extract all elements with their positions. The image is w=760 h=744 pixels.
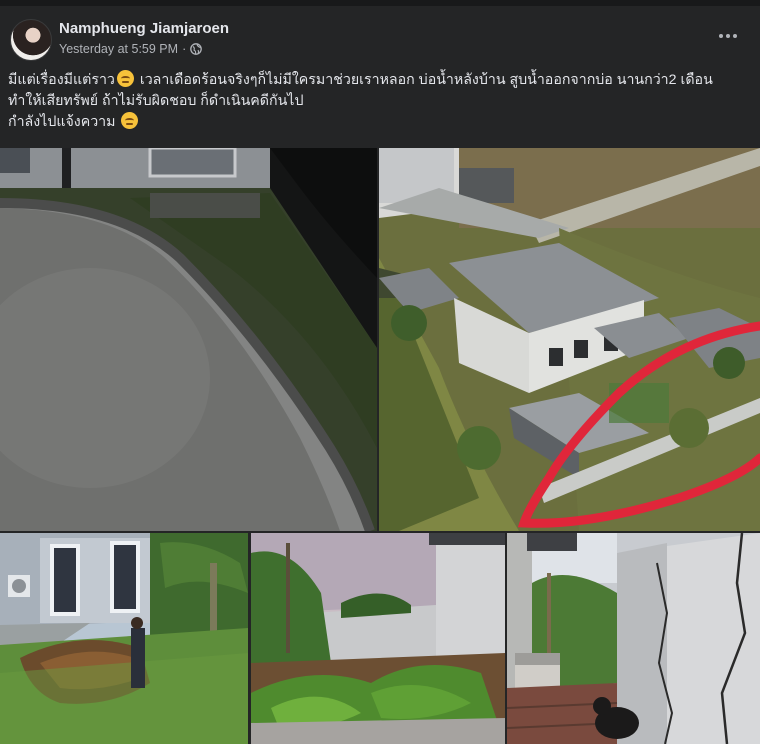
photo-collapsed-ground[interactable]	[0, 533, 248, 744]
meta-separator: ·	[182, 42, 187, 56]
photo-aerial-house[interactable]	[379, 148, 760, 531]
post-header: Namphueng Jiamjaroen Yesterday at 5:59 P…	[0, 6, 760, 68]
post-timestamp[interactable]: Yesterday at 5:59 PM	[59, 42, 178, 56]
more-options-icon[interactable]	[714, 22, 742, 50]
globe-icon[interactable]	[190, 43, 203, 55]
author-name[interactable]: Namphueng Jiamjaroen	[59, 20, 229, 37]
post-text-line-1: มีแต่เรื่องมีแต่ราว เวลาเดือดร้อนจริงๆก็…	[8, 70, 713, 88]
photo-night-walkway[interactable]	[0, 148, 377, 531]
photo-garden-wall[interactable]	[251, 533, 505, 744]
post-text: มีแต่เรื่องมีแต่ราว เวลาเดือดร้อนจริงๆก็…	[8, 70, 752, 133]
post-text-line-3: กำลังไปแจ้งความ	[8, 112, 752, 133]
post-text-line-2: ทำให้เสียทรัพย์ ถ้าไม่รับผิดชอบ ก็ดำเนิน…	[8, 93, 304, 109]
disappointed-face-emoji	[116, 70, 134, 87]
photo-cracked-wall[interactable]	[507, 533, 760, 744]
author-avatar[interactable]	[10, 19, 52, 61]
post-meta: Yesterday at 5:59 PM ·	[59, 42, 203, 56]
disappointed-face-emoji	[121, 112, 139, 129]
